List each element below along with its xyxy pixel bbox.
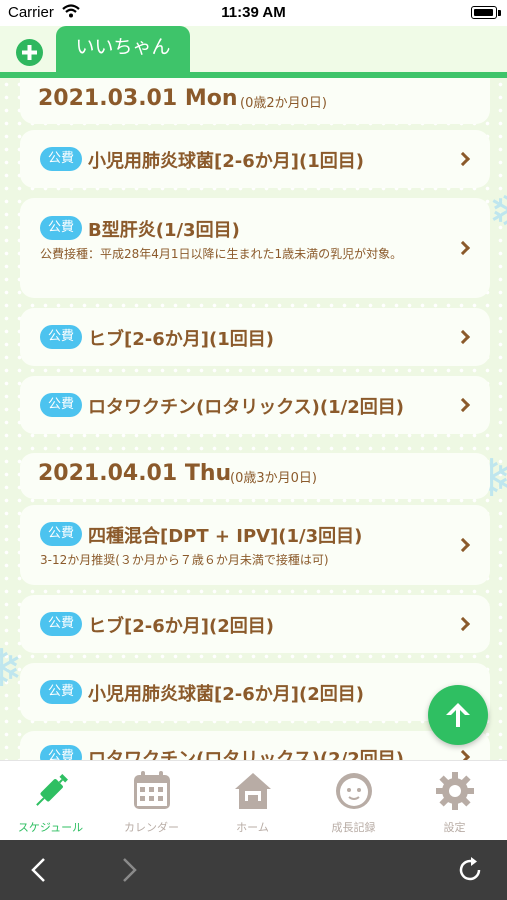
vaccine-title: 小児用肺炎球菌[2-6か月](2回目)	[88, 684, 364, 705]
public-expense-badge: 公費	[40, 522, 82, 546]
chevron-right-icon	[455, 537, 471, 553]
child-tab-header: いいちゃん	[0, 26, 507, 78]
vaccine-item[interactable]: 公費 B型肝炎(1/3回目) 公費接種：平成28年4月1日以降に生まれた1歳未満…	[20, 198, 490, 298]
vaccine-title: 小児用肺炎球菌[2-6か月](1回目)	[88, 151, 364, 172]
child-tab[interactable]: いいちゃん	[56, 26, 190, 72]
vaccine-item[interactable]: 公費 ロタワクチン(ロタリックス)(1/2回目)	[20, 376, 490, 434]
chevron-right-icon	[123, 858, 137, 882]
tab-settings[interactable]: 設定	[404, 761, 505, 841]
tab-growth-record[interactable]: 成長記録	[303, 761, 404, 841]
chevron-right-icon	[455, 616, 471, 632]
public-expense-badge: 公費	[40, 325, 82, 349]
vaccine-title: B型肝炎(1/3回目)	[88, 220, 240, 241]
reload-button[interactable]	[444, 840, 494, 900]
vaccine-item[interactable]: 公費 小児用肺炎球菌[2-6か月](2回目)	[20, 663, 490, 721]
vaccine-item[interactable]: 公費 四種混合[DPT + IPV](1/3回目) 3-12か月推奨(３か月から…	[20, 505, 490, 585]
tab-home[interactable]: ホーム	[202, 761, 303, 841]
vaccine-item[interactable]: 公費 小児用肺炎球菌[2-6か月](1回目)	[20, 130, 490, 188]
schedule-date: 2021.04.01 Thu	[38, 461, 232, 486]
add-child-button[interactable]	[16, 39, 43, 66]
bottom-tab-bar: スケジュール カレンダー ホーム 成長記録 設定	[0, 760, 507, 840]
public-expense-badge: 公費	[40, 612, 82, 636]
chevron-right-icon	[455, 329, 471, 345]
tab-calendar[interactable]: カレンダー	[101, 761, 202, 841]
tab-label: ホーム	[236, 821, 269, 834]
calendar-icon	[134, 771, 170, 809]
baby-face-icon	[336, 773, 372, 809]
arrow-up-icon	[446, 703, 470, 727]
plus-circle-icon	[22, 45, 37, 60]
scroll-to-top-button[interactable]	[428, 685, 488, 745]
chevron-right-icon	[455, 397, 471, 413]
battery-tip	[498, 10, 501, 16]
child-age: (0歳2か月0日)	[240, 96, 327, 111]
vaccine-title: ヒブ[2-6か月](2回目)	[88, 616, 274, 637]
public-expense-badge: 公費	[40, 680, 82, 704]
reload-icon	[459, 857, 481, 881]
chevron-left-icon	[31, 858, 45, 882]
public-expense-badge: 公費	[40, 393, 82, 417]
date-header: 2021.03.01 Mon (0歳2か月0日)	[20, 78, 490, 124]
snowflake-decoration: ❄	[488, 186, 507, 238]
vaccine-note: 公費接種：平成28年4月1日以降に生まれた1歳未満の乳児が対象。	[40, 247, 403, 261]
schedule-list[interactable]: ❄ ❄ ❄ 2021.03.01 Mon (0歳2か月0日) 公費 小児用肺炎球…	[0, 78, 507, 760]
tab-label: カレンダー	[124, 821, 179, 834]
tab-schedule[interactable]: スケジュール	[0, 761, 101, 841]
vaccine-item[interactable]: 公費 ヒブ[2-6か月](1回目)	[20, 308, 490, 366]
vaccine-item[interactable]: 公費 ロタワクチン(ロタリックス)(2/2回目)	[20, 731, 490, 760]
vaccine-note: 3-12か月推奨(３か月から７歳６か月未満で接種は可)	[40, 553, 329, 567]
browser-toolbar	[0, 840, 507, 900]
vaccine-item[interactable]: 公費 ヒブ[2-6か月](2回目)	[20, 595, 490, 653]
chevron-right-icon	[455, 749, 471, 760]
tab-label: スケジュール	[17, 821, 84, 834]
vaccine-title: ヒブ[2-6か月](1回目)	[88, 329, 274, 350]
house-icon	[235, 773, 271, 809]
tab-label: 成長記録	[331, 821, 376, 834]
status-bar: Carrier 11:39 AM	[0, 0, 507, 26]
forward-button[interactable]	[104, 840, 154, 900]
battery-icon	[471, 6, 497, 19]
syringe-icon	[36, 774, 68, 806]
schedule-date: 2021.03.01 Mon	[38, 86, 238, 111]
public-expense-badge: 公費	[40, 745, 82, 760]
date-header: 2021.04.01 Thu (0歳3か月0日)	[20, 453, 490, 499]
chevron-right-icon	[455, 151, 471, 167]
status-time: 11:39 AM	[221, 4, 286, 21]
vaccine-title: ロタワクチン(ロタリックス)(2/2回目)	[88, 749, 404, 760]
vaccine-title: 四種混合[DPT + IPV](1/3回目)	[88, 526, 363, 547]
vaccine-title: ロタワクチン(ロタリックス)(1/2回目)	[88, 397, 404, 418]
public-expense-badge: 公費	[40, 147, 82, 171]
public-expense-badge: 公費	[40, 216, 82, 240]
back-button[interactable]	[14, 840, 64, 900]
gear-icon	[436, 772, 474, 810]
child-age: (0歳3か月0日)	[230, 471, 317, 486]
tab-label: 設定	[443, 821, 466, 834]
